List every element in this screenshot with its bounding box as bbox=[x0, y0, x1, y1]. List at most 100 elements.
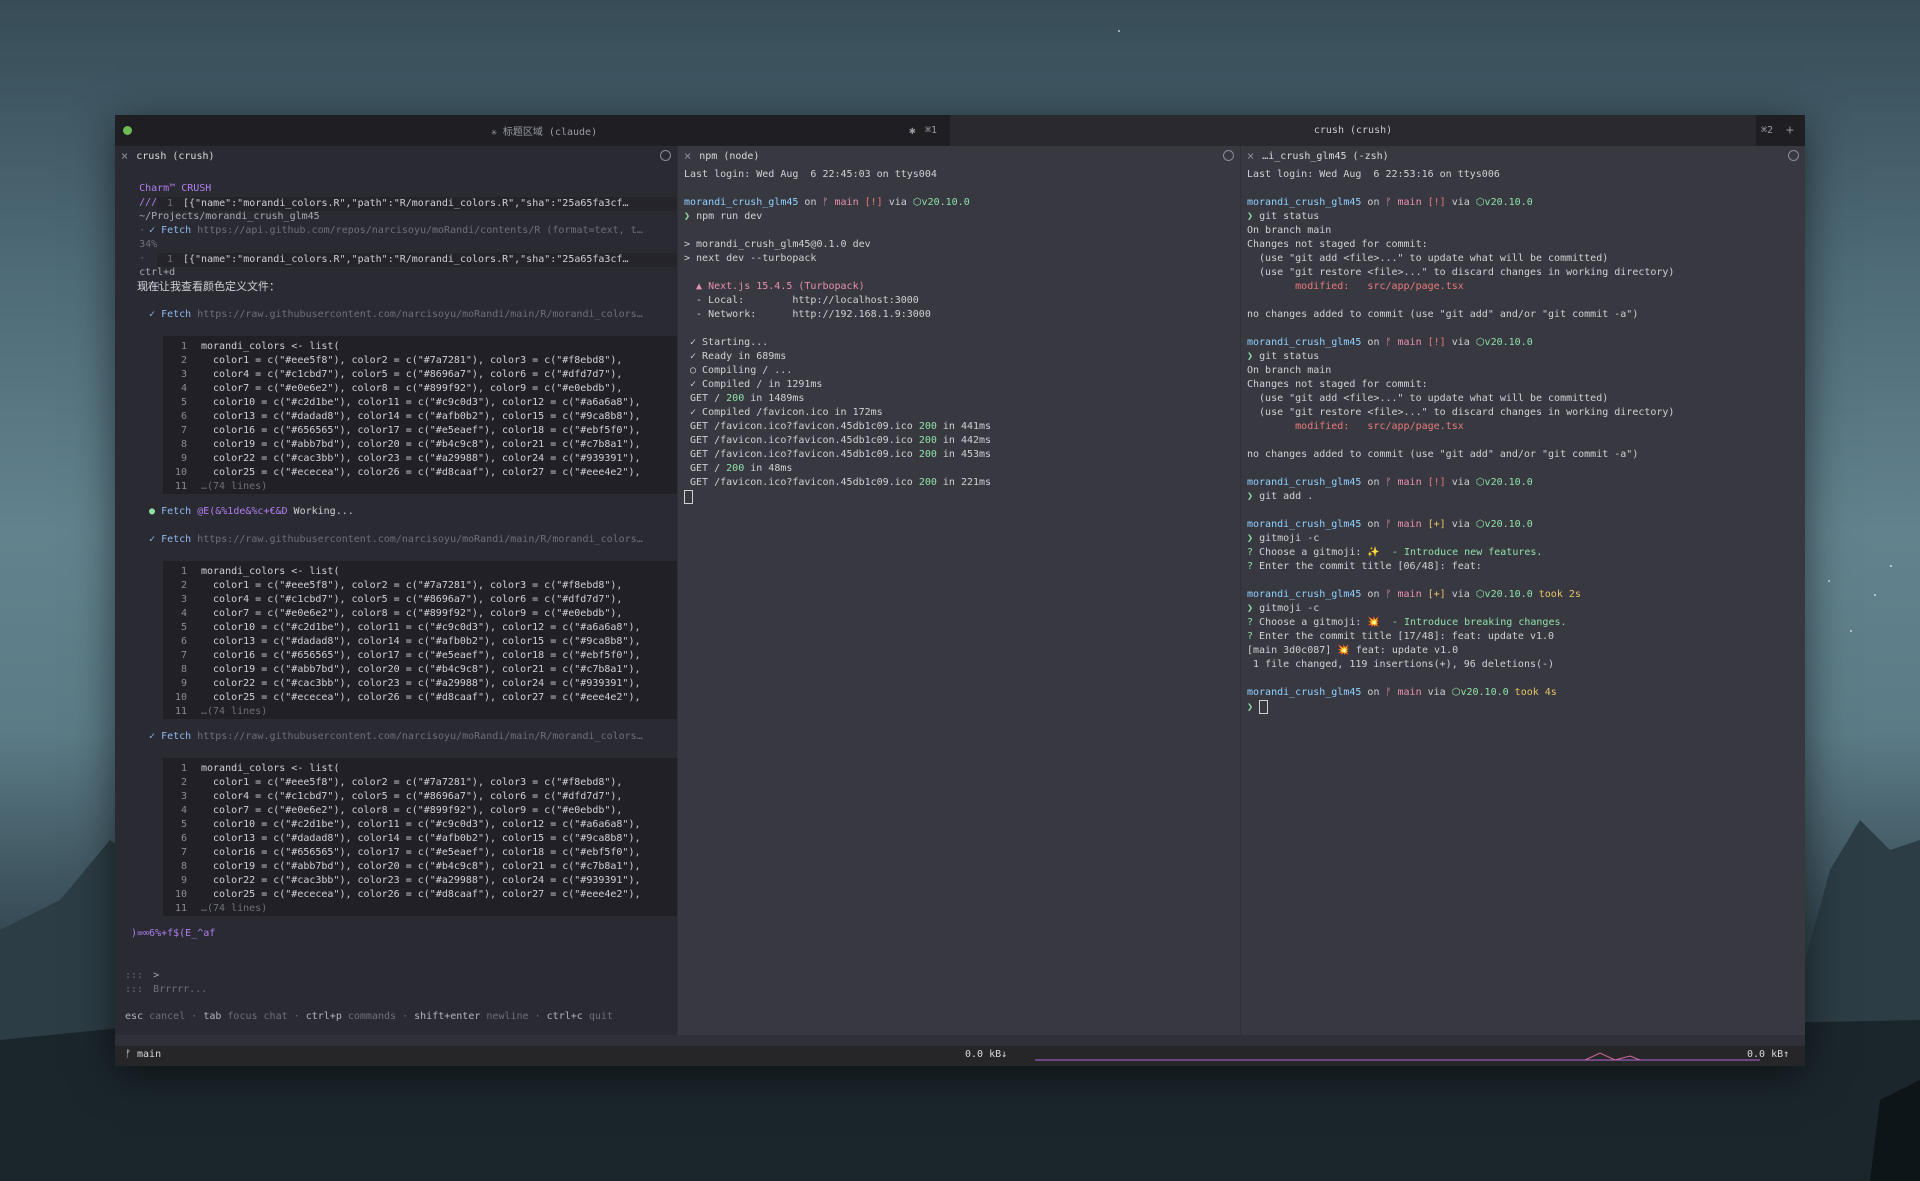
close-icon[interactable]: × bbox=[1247, 149, 1254, 163]
npm-pane[interactable]: × npm (node) Last login: Wed Aug 6 22:45… bbox=[678, 146, 1240, 1035]
text-span: src/app/page.tsx bbox=[1367, 421, 1464, 432]
garbled-text: )=∞6%+f$(E_^af bbox=[131, 928, 216, 939]
hint-key: ctrl+p bbox=[305, 1011, 342, 1022]
check-icon: ✓ bbox=[149, 225, 156, 236]
prompt-node: ⬡v20.10.0 bbox=[1475, 519, 1533, 530]
terminal-line: (use "git restore <file>..." to discard … bbox=[1247, 406, 1674, 420]
code-text: …(74 lines) bbox=[201, 903, 268, 914]
log-line: ○ Compiling / ... bbox=[690, 365, 793, 376]
prompt-branch: ᚠ main bbox=[1385, 337, 1422, 348]
tab-claude[interactable]: ✳ 标题区域 (claude) bbox=[145, 115, 943, 146]
terminal-line: modified: src/app/page.tsx bbox=[1247, 280, 1464, 294]
terminal-line: Changes not staged for commit: bbox=[1247, 238, 1428, 252]
hint-separator: · bbox=[293, 1011, 300, 1022]
status-bar: ᚠ main 0.0 kB↓ 0.0 kB↑ bbox=[115, 1046, 1805, 1066]
shell-command: ❯ npm run dev bbox=[684, 211, 763, 222]
code-line: 5 color10 = c("#c2d1be"), color11 = c("#… bbox=[163, 396, 677, 410]
request-text: GET / bbox=[684, 393, 727, 404]
request-log-line: GET /favicon.ico?favicon.45db1c09.ico 20… bbox=[684, 420, 991, 434]
code-line: 8 color19 = c("#abb7bd"), color20 = c("#… bbox=[163, 663, 677, 677]
log-line: ✓ Ready in 689ms bbox=[690, 351, 787, 362]
prompt-via: via bbox=[1451, 337, 1470, 348]
line-number: 9 bbox=[180, 875, 187, 886]
line-number: 6 bbox=[180, 833, 187, 844]
pane-header: × crush (crush) bbox=[115, 146, 677, 166]
code-text: color10 = c("#c2d1be"), color11 = c("#c9… bbox=[201, 622, 641, 633]
prompt-arrow: ❯ bbox=[1247, 603, 1254, 614]
text-span: no changes added to commit (use "git add… bbox=[1247, 449, 1639, 460]
request-text: GET /favicon.ico?favicon.45db1c09.ico bbox=[684, 449, 919, 460]
prompt-via: via bbox=[1451, 197, 1470, 208]
last-login: Last login: Wed Aug 6 22:53:16 on ttys00… bbox=[1247, 169, 1500, 180]
terminal-line: 1 file changed, 119 insertions(+), 96 de… bbox=[1247, 658, 1554, 672]
terminal-cursor: ❯ bbox=[1247, 700, 1269, 715]
text-span: 1 file changed, 119 insertions(+), 96 de… bbox=[1247, 659, 1555, 670]
prompt-dir: morandi_crush_glm45 bbox=[1247, 197, 1362, 208]
text-span: Enter the commit title bbox=[1259, 561, 1392, 572]
shell-prompt: morandi_crush_glm45 on ᚠ main [+] via ⬡v… bbox=[1247, 518, 1533, 532]
close-icon[interactable]: × bbox=[121, 149, 128, 163]
text-span: ? bbox=[1247, 631, 1260, 642]
code-text: color19 = c("#abb7bd"), color20 = c("#b4… bbox=[201, 861, 641, 872]
shell-command: ❯ git status bbox=[1247, 210, 1319, 224]
pane-menu-icon[interactable] bbox=[1223, 150, 1234, 161]
prompt-status: [+] bbox=[1427, 589, 1446, 600]
code-line: 6 color13 = c("#dadad8"), color14 = c("#… bbox=[163, 832, 677, 846]
line-number: 2 bbox=[180, 580, 187, 591]
input-placeholder: Brrrrr... bbox=[153, 984, 208, 995]
code-line: 3 color4 = c("#c1cbd7"), color5 = c("#86… bbox=[163, 790, 677, 804]
close-icon[interactable]: × bbox=[684, 149, 691, 163]
git-branch: ᚠ main bbox=[125, 1049, 162, 1060]
terminal-line: (use "git add <file>..." to update what … bbox=[1247, 392, 1608, 406]
pane-menu-icon[interactable] bbox=[660, 150, 671, 161]
pane-header: × npm (node) bbox=[678, 146, 1240, 166]
project-path: ~/Projects/morandi_crush_glm45 bbox=[139, 211, 320, 222]
code-line: 4 color7 = c("#e0e6e2"), color8 = c("#89… bbox=[163, 804, 677, 818]
net-up: 0.0 kB↑ bbox=[1747, 1049, 1790, 1060]
prompt-duration: took 2s bbox=[1538, 589, 1581, 600]
code-line: 1 morandi_colors <- list( bbox=[163, 565, 677, 579]
prompt-branch: ᚠ main bbox=[1385, 477, 1422, 488]
new-tab-button[interactable]: + bbox=[1786, 115, 1794, 146]
hint-label: focus chat bbox=[227, 1011, 288, 1022]
code-text: color10 = c("#c2d1be"), color11 = c("#c9… bbox=[201, 819, 641, 830]
next-banner: ▲ Next.js 15.4.5 (Turbopack) bbox=[684, 281, 865, 292]
text-span: modified: bbox=[1247, 281, 1368, 292]
request-text: ✓ Compiled /favicon.ico in 172ms bbox=[684, 407, 883, 418]
line-number: 10 bbox=[174, 692, 187, 703]
prompt-via: via bbox=[1427, 687, 1446, 698]
text-span: On branch main bbox=[1247, 225, 1332, 236]
open-hint-key: ctrl+d bbox=[139, 267, 176, 278]
prompt-branch: ᚠ main bbox=[1385, 589, 1422, 600]
line-number: 7 bbox=[180, 847, 187, 858]
pane-header: × …i_crush_glm45 (-zsh) bbox=[1241, 146, 1805, 166]
code-text: …(74 lines) bbox=[201, 706, 268, 717]
code-text: color1 = c("#eee5f8"), color2 = c("#7a72… bbox=[201, 580, 623, 591]
chat-input[interactable]: > Brrrrr... bbox=[135, 955, 207, 1011]
code-line: 7 color16 = c("#656565"), color17 = c("#… bbox=[163, 846, 677, 860]
terminal-line: [main 3d0c087] 💥 feat: update v1.0 bbox=[1247, 644, 1458, 658]
pane-menu-icon[interactable] bbox=[1788, 150, 1799, 161]
text-span: ? bbox=[1247, 617, 1260, 628]
terminal-line: On branch main bbox=[1247, 364, 1331, 378]
status-code: 200 bbox=[726, 393, 745, 404]
line-number: 8 bbox=[180, 439, 187, 450]
code-text: color25 = c("#ececea"), color26 = c("#d8… bbox=[201, 889, 641, 900]
line-number: 1 bbox=[180, 566, 187, 577]
zsh-pane[interactable]: × …i_crush_glm45 (-zsh) Last login: Wed … bbox=[1241, 146, 1805, 1035]
line-number: 8 bbox=[180, 664, 187, 675]
network-graph bbox=[1035, 1052, 1760, 1061]
line-number: 1 bbox=[180, 763, 187, 774]
request-text: GET /favicon.ico?favicon.45db1c09.ico bbox=[684, 477, 919, 488]
code-line: 8 color19 = c("#abb7bd"), color20 = c("#… bbox=[163, 860, 677, 874]
code-text: color16 = c("#656565"), color17 = c("#e5… bbox=[201, 650, 641, 661]
tab-crush[interactable]: crush (crush) bbox=[950, 115, 1756, 146]
crush-pane[interactable]: × crush (crush) Charm™ CRUSH ///////////… bbox=[115, 146, 677, 1035]
text-span: Changes not staged for commit: bbox=[1247, 379, 1428, 390]
hint-key: ctrl+c bbox=[546, 1011, 583, 1022]
code-line: 4 color7 = c("#e0e6e2"), color8 = c("#89… bbox=[163, 382, 677, 396]
line-number: 3 bbox=[180, 369, 187, 380]
hint-key: tab bbox=[203, 1011, 222, 1022]
code-text: color22 = c("#cac3bb"), color23 = c("#a2… bbox=[201, 453, 641, 464]
code-text: color19 = c("#abb7bd"), color20 = c("#b4… bbox=[201, 664, 641, 675]
